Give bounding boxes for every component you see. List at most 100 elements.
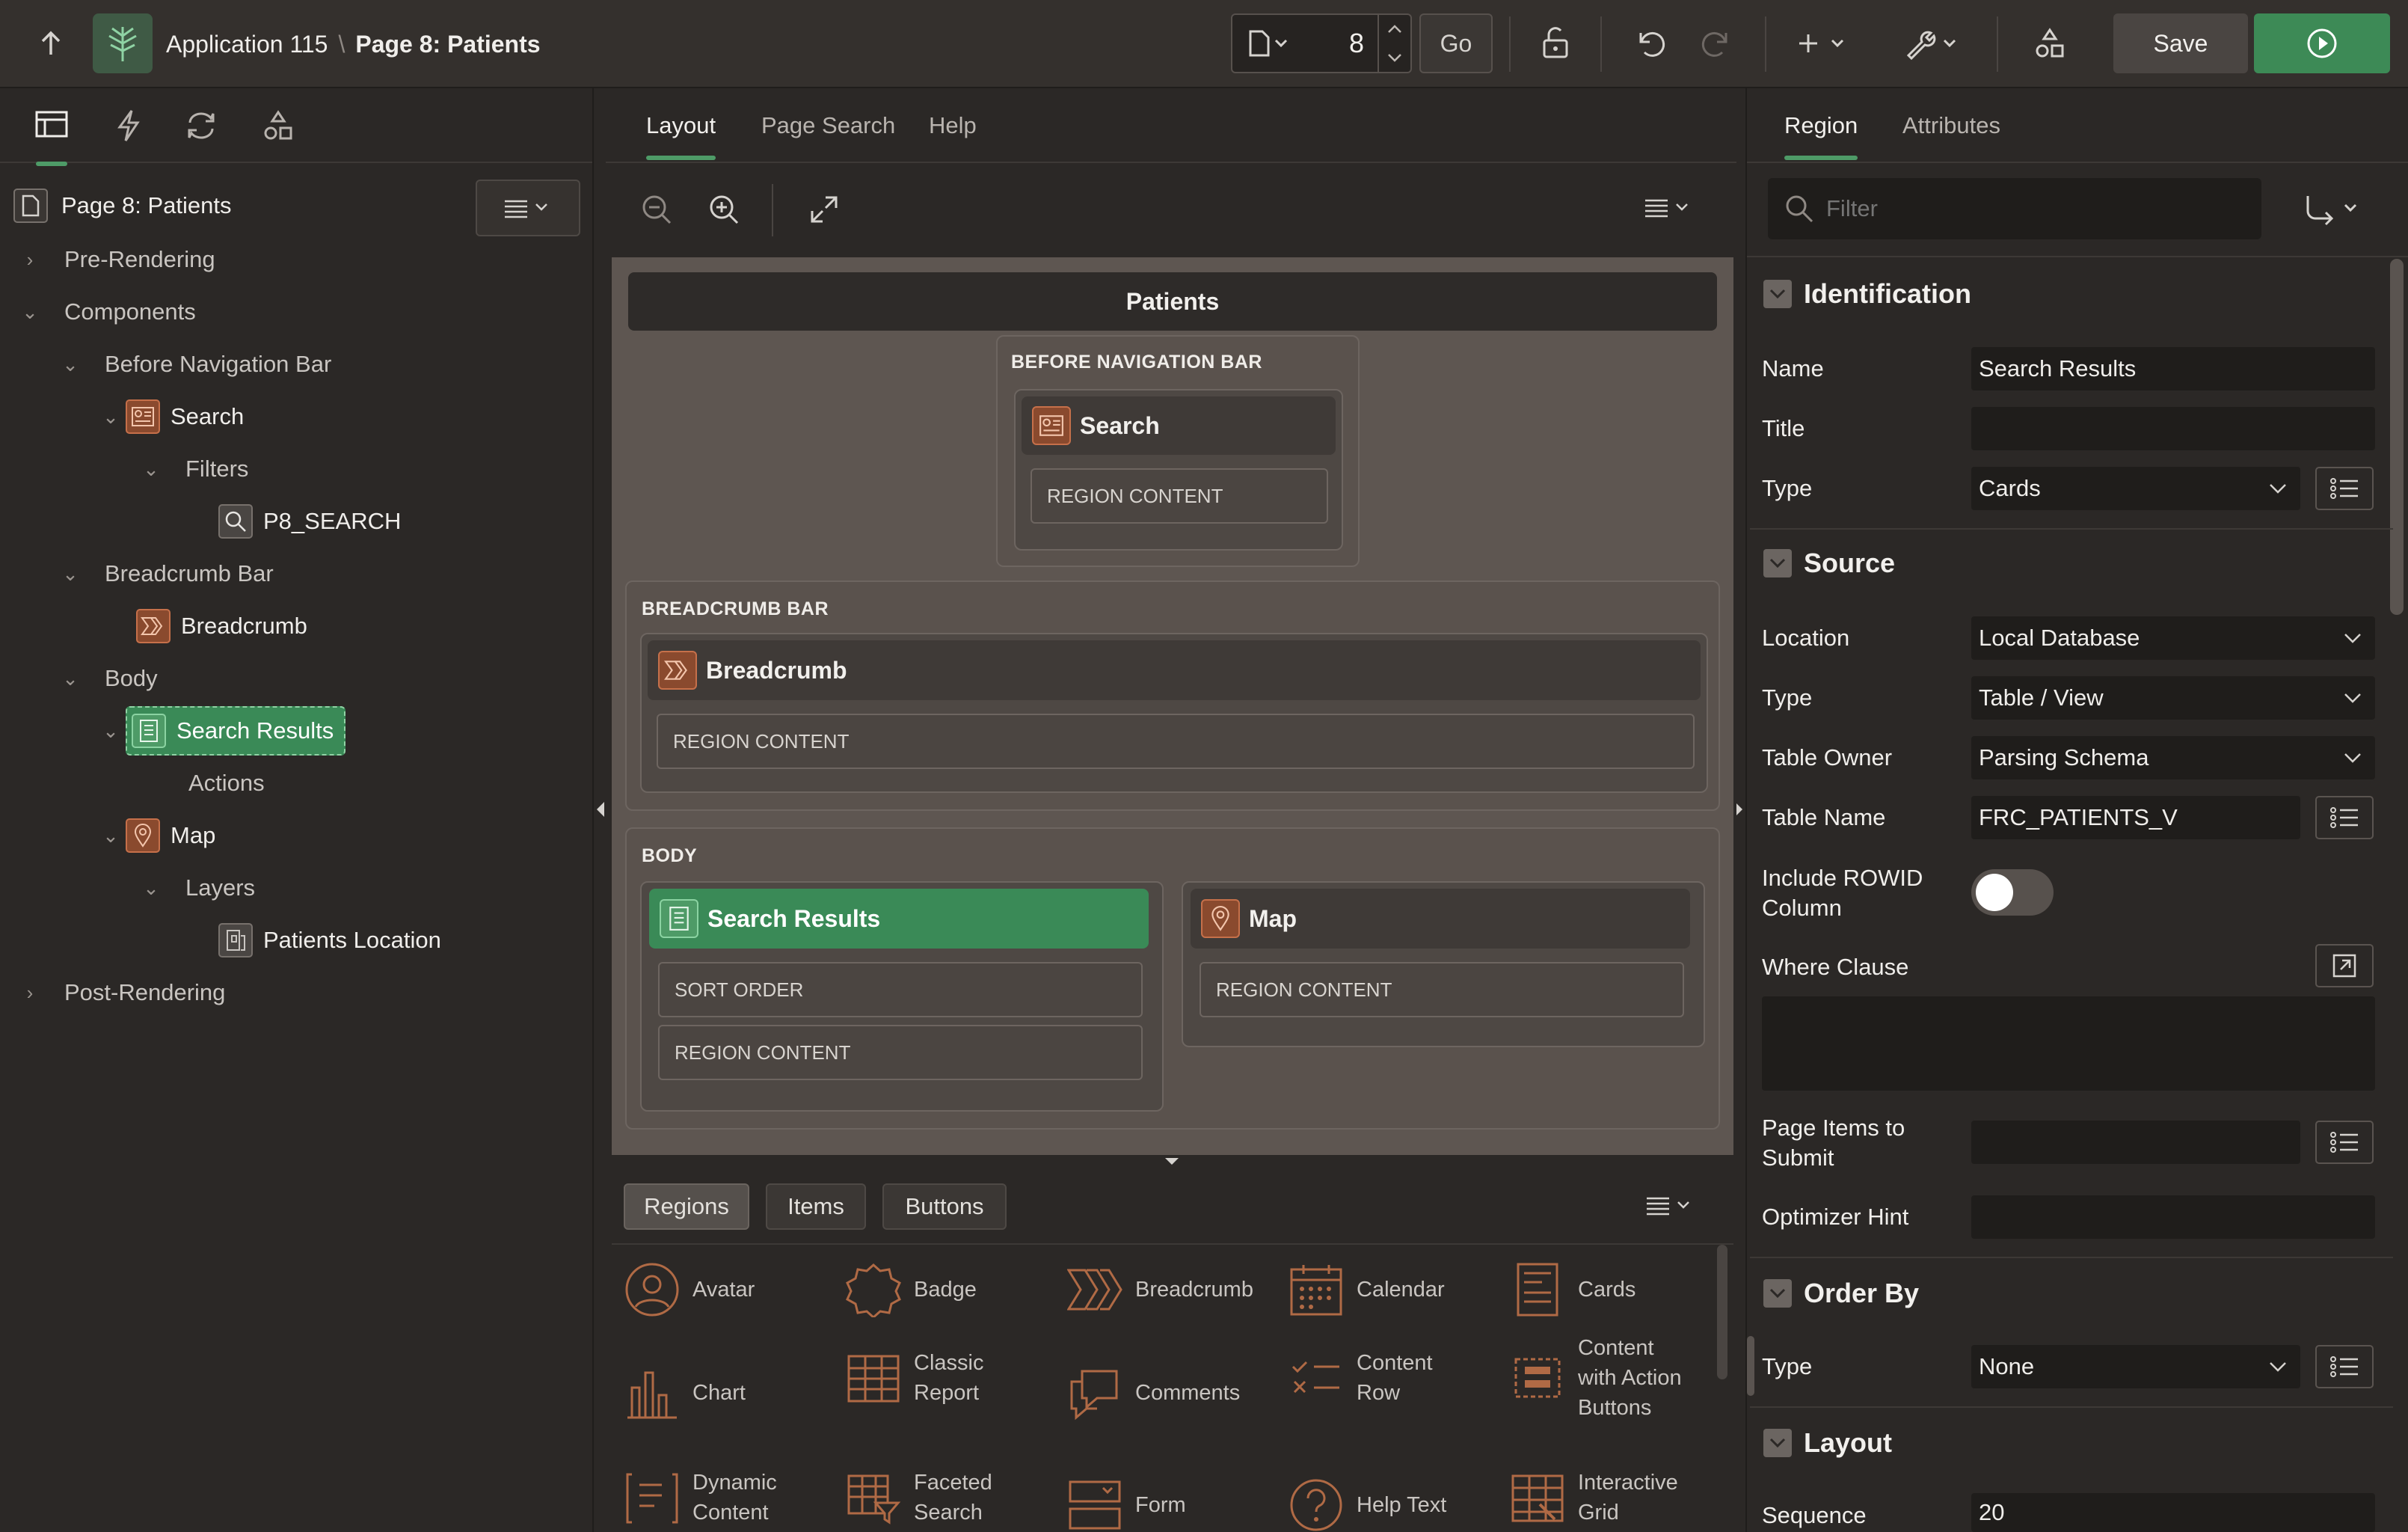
chevron-down-icon[interactable]: ⌄ [136, 458, 166, 481]
page-stepper[interactable] [1377, 15, 1410, 72]
gallery-item-badge[interactable]: Badge [844, 1260, 977, 1320]
gallery-item-cards[interactable]: Cards [1508, 1260, 1635, 1320]
region-content-slot[interactable]: REGION CONTENT [658, 1025, 1143, 1080]
tree-node-actions[interactable]: Actions [188, 757, 265, 809]
gallery-item-avatar[interactable]: Avatar [622, 1260, 755, 1320]
breadcrumb-bar-position[interactable]: BREADCRUMB BAR Breadcrumb REGION CONTENT [625, 580, 1720, 811]
search-results-region-header[interactable]: Search Results [649, 889, 1149, 949]
gallery-item-chart[interactable]: Chart [622, 1363, 746, 1423]
section-order-by[interactable]: Order By [1763, 1278, 1919, 1309]
location-select[interactable]: Local Database [1971, 616, 2375, 660]
filter-input[interactable] [1826, 195, 2245, 222]
gallery-item-content-action-buttons[interactable]: Content with Action Buttons [1508, 1333, 1717, 1423]
collapse-down-arrow-icon[interactable] [1164, 1156, 1180, 1165]
save-button[interactable]: Save [2113, 13, 2248, 73]
tab-page-search[interactable]: Page Search [761, 112, 895, 139]
dynamic-actions-lightning-icon[interactable] [114, 109, 144, 142]
gallery-tab-items[interactable]: Items [766, 1183, 866, 1230]
region-content-slot[interactable]: REGION CONTENT [1031, 468, 1328, 524]
gallery-item-classic-report[interactable]: Classic Report [844, 1348, 1038, 1408]
gallery-tab-buttons[interactable]: Buttons [882, 1183, 1007, 1230]
zoom-out-icon[interactable] [640, 193, 673, 226]
sort-order-slot[interactable]: SORT ORDER [658, 962, 1143, 1017]
before-navigation-bar-position[interactable]: BEFORE NAVIGATION BAR Search REGION CONT… [996, 335, 1360, 567]
tree-node-breadcrumb[interactable]: Breadcrumb [136, 600, 307, 652]
gallery-item-form[interactable]: Form [1065, 1475, 1186, 1532]
include-rowid-toggle[interactable] [1971, 869, 2054, 916]
tree-node-components[interactable]: ⌄ Components [15, 286, 196, 338]
region-content-slot[interactable]: REGION CONTENT [657, 714, 1695, 769]
map-region-header[interactable]: Map [1191, 889, 1690, 949]
gallery-item-faceted-search[interactable]: Faceted Search [844, 1468, 1038, 1528]
undo-icon[interactable] [1623, 13, 1678, 73]
search-region-header[interactable]: Search [1022, 396, 1336, 455]
gallery-item-comments[interactable]: Comments [1065, 1363, 1240, 1423]
gallery-item-dynamic-content[interactable]: Dynamic Content [622, 1468, 824, 1528]
list-of-values-icon[interactable] [2315, 796, 2374, 839]
tree-menu-button[interactable] [476, 180, 580, 236]
tree-node-filters[interactable]: ⌄ Filters [136, 443, 248, 495]
chevron-down-icon[interactable]: ⌄ [136, 877, 166, 900]
gallery-item-calendar[interactable]: Calendar [1286, 1260, 1445, 1320]
page-shared-components-icon[interactable] [262, 109, 295, 142]
property-scrollbar[interactable] [2390, 259, 2404, 615]
page-items-submit-field[interactable] [1971, 1121, 2300, 1164]
breadcrumb-region-header[interactable]: Breadcrumb [648, 640, 1701, 700]
chevron-down-icon[interactable]: ⌄ [96, 824, 126, 848]
sequence-field[interactable]: 20 [1971, 1493, 2375, 1532]
gallery-tab-regions[interactable]: Regions [624, 1183, 749, 1230]
body-position[interactable]: BODY Search Results SORT ORDER REGION CO… [625, 827, 1720, 1130]
tree-node-search-results[interactable]: ⌄ Search Results [96, 705, 346, 757]
tab-attributes[interactable]: Attributes [1902, 112, 2000, 139]
expand-icon[interactable] [809, 194, 839, 224]
tree-node-search-region[interactable]: ⌄ Search [96, 390, 244, 443]
title-field[interactable] [1971, 407, 2375, 450]
breadcrumb-region-block[interactable]: Breadcrumb REGION CONTENT [640, 633, 1708, 793]
collapse-left-arrow-icon[interactable] [595, 800, 606, 818]
source-type-select[interactable]: Table / View [1971, 676, 2375, 720]
section-source[interactable]: Source [1763, 548, 1895, 579]
section-layout[interactable]: Layout [1763, 1427, 1892, 1459]
region-content-slot[interactable]: REGION CONTENT [1200, 962, 1684, 1017]
tree-node-before-navigation-bar[interactable]: ⌄ Before Navigation Bar [55, 338, 331, 390]
app-logo-icon[interactable] [93, 13, 153, 73]
page-title-bar[interactable]: Patients [628, 272, 1717, 331]
run-page-button[interactable] [2254, 13, 2390, 73]
chevron-right-icon[interactable]: › [15, 248, 45, 272]
processing-cycle-icon[interactable] [184, 111, 218, 141]
layout-menu-icon[interactable] [1642, 196, 1702, 223]
type-select[interactable]: Cards [1971, 467, 2300, 510]
list-of-values-icon[interactable] [2315, 467, 2374, 510]
gallery-item-help-text[interactable]: Help Text [1286, 1475, 1446, 1532]
tree-page-root[interactable]: Page 8: Patients [13, 180, 232, 232]
tree-node-pre-rendering[interactable]: › Pre-Rendering [15, 233, 215, 286]
tree-node-p8-search[interactable]: P8_SEARCH [218, 495, 401, 548]
table-owner-select[interactable]: Parsing Schema [1971, 736, 2375, 779]
gallery-item-interactive-grid[interactable]: Interactive Grid [1508, 1468, 1717, 1528]
page-number-input[interactable]: 8 [1304, 28, 1364, 59]
tree-node-body[interactable]: ⌄ Body [55, 652, 158, 705]
up-arrow-icon[interactable] [30, 13, 72, 73]
chevron-down-icon[interactable]: ⌄ [96, 720, 126, 743]
gallery-menu-icon[interactable] [1644, 1194, 1704, 1221]
tree-node-map[interactable]: ⌄ Map [96, 809, 215, 862]
shared-components-icon[interactable] [2024, 13, 2076, 73]
app-name-link[interactable]: Application 115 [166, 31, 328, 58]
utilities-wrench-icon[interactable] [1896, 13, 1971, 73]
go-button[interactable]: Go [1419, 13, 1493, 73]
chevron-down-icon[interactable]: ⌄ [55, 563, 85, 586]
tab-region[interactable]: Region [1784, 112, 1858, 160]
tree-node-patients-location[interactable]: Patients Location [218, 914, 441, 966]
go-to-group-icon[interactable] [2303, 193, 2371, 226]
where-clause-textarea[interactable] [1762, 996, 2375, 1091]
scroll-indicator[interactable] [1747, 1336, 1754, 1396]
redo-icon[interactable] [1689, 13, 1744, 73]
lock-icon[interactable] [1530, 13, 1582, 73]
create-menu-icon[interactable] [1789, 13, 1861, 73]
tree-node-post-rendering[interactable]: › Post-Rendering [15, 966, 226, 1019]
selected-node-highlight[interactable]: Search Results [126, 706, 346, 756]
tree-node-breadcrumb-bar[interactable]: ⌄ Breadcrumb Bar [55, 548, 274, 600]
chevron-down-icon[interactable]: ⌄ [55, 667, 85, 690]
open-code-editor-icon[interactable] [2315, 944, 2374, 987]
chevron-right-icon[interactable]: › [15, 981, 45, 1005]
